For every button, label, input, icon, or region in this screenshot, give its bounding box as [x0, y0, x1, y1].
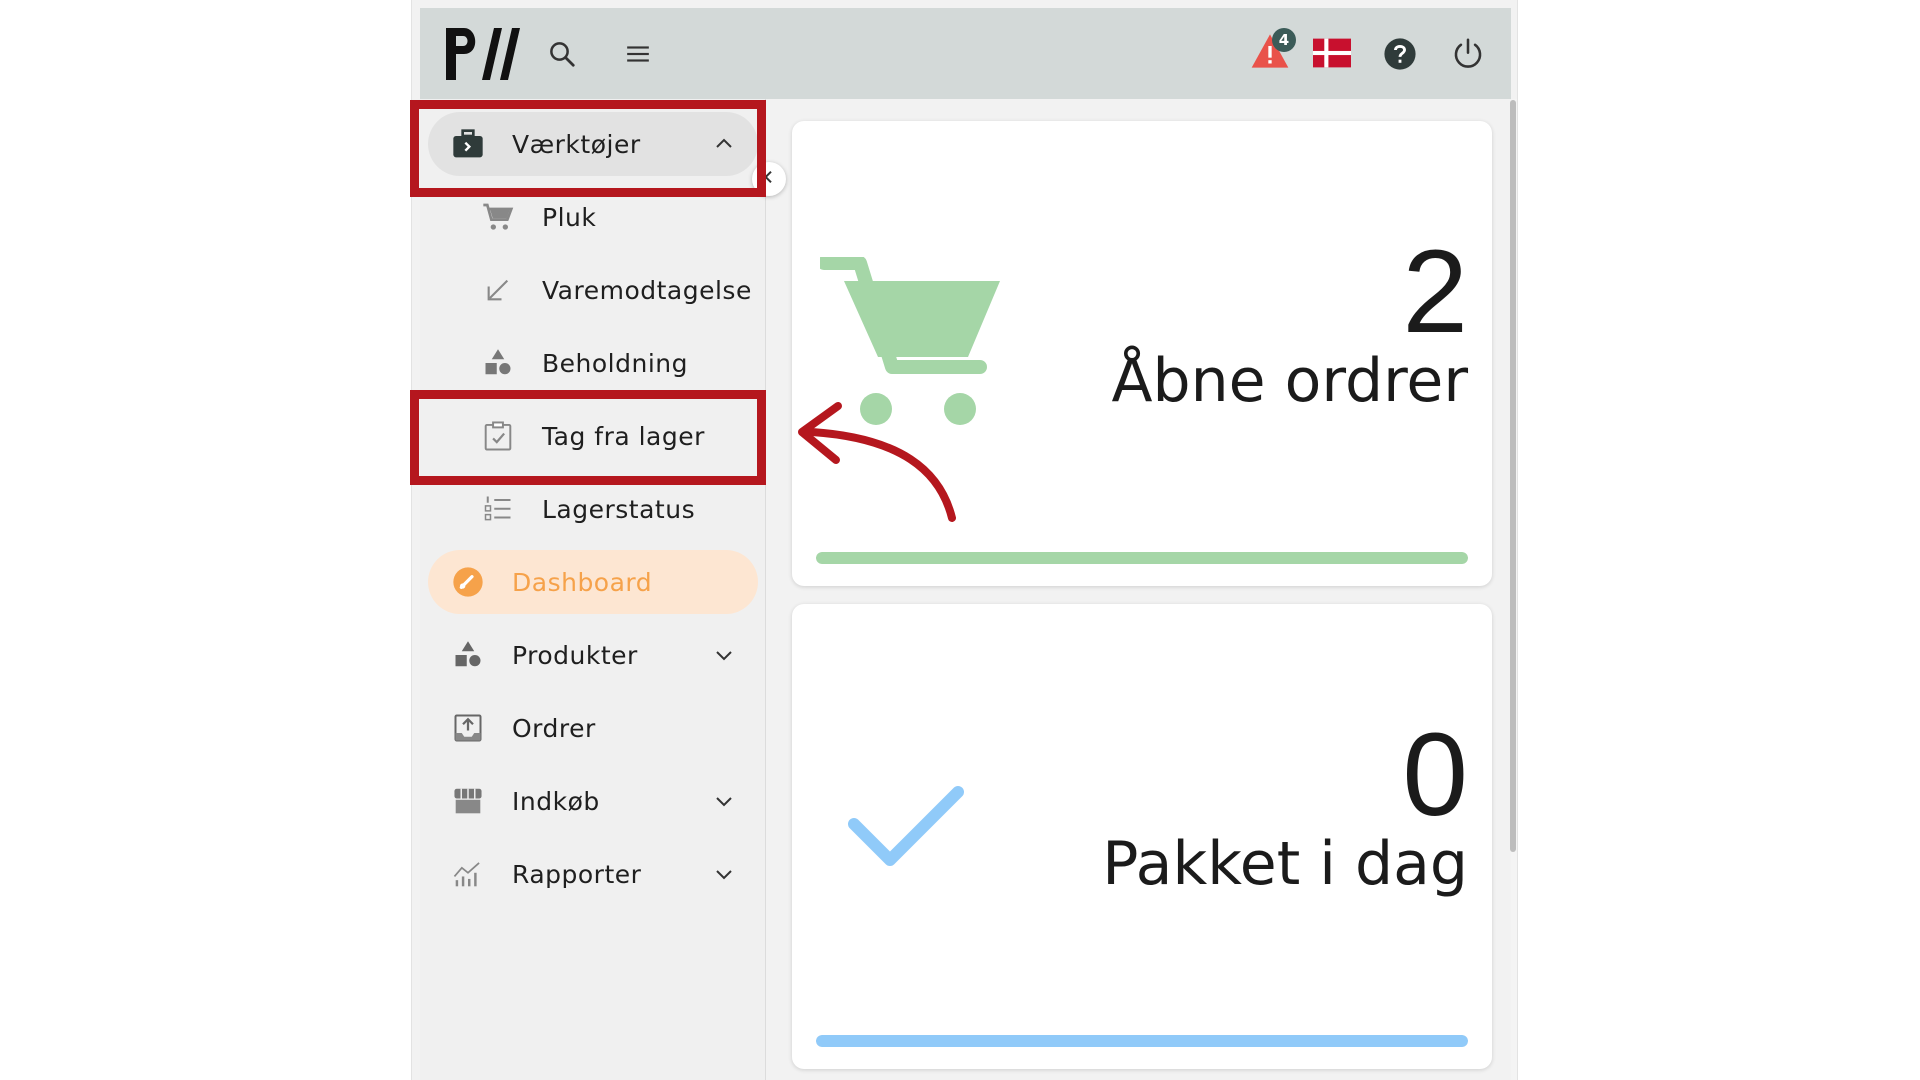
- sidebar-item-label: Dashboard: [512, 567, 653, 597]
- chevron-down-icon: [712, 862, 736, 886]
- store-icon: [448, 781, 488, 821]
- sidebar: Værktøjer Pluk Varemodtagelse Beholdning: [420, 99, 766, 1080]
- danish-flag-icon[interactable]: [1312, 36, 1352, 70]
- collapse-sidebar-button[interactable]: [752, 162, 786, 196]
- sidebar-item-label: Produkter: [512, 640, 638, 670]
- sidebar-item-beholdning[interactable]: Beholdning: [428, 331, 758, 395]
- scrollbar-thumb[interactable]: [1510, 100, 1516, 852]
- sidebar-item-vaerktoejer[interactable]: Værktøjer: [428, 112, 758, 176]
- open-orders-card[interactable]: 2 Åbne ordrer: [792, 121, 1492, 586]
- numbered-list-icon: [478, 489, 518, 529]
- chevron-left-icon: [761, 169, 777, 189]
- sidebar-item-varemodtagelse[interactable]: Varemodtagelse: [428, 258, 758, 322]
- notification-badge: 4: [1272, 28, 1296, 52]
- open-orders-progress-fill: [816, 552, 1468, 564]
- notifications-button[interactable]: 4: [1242, 28, 1298, 78]
- sidebar-item-ordrer[interactable]: Ordrer: [428, 696, 758, 760]
- toolbox-icon: [448, 124, 488, 164]
- upload-box-icon: [448, 708, 488, 748]
- chevron-up-icon: [712, 132, 736, 156]
- sidebar-item-label: Ordrer: [512, 713, 596, 743]
- sidebar-item-label: Værktøjer: [512, 129, 641, 159]
- sidebar-item-pluk[interactable]: Pluk: [428, 185, 758, 249]
- shapes-icon: [478, 343, 518, 383]
- arrow-down-left-icon: [478, 270, 518, 310]
- sidebar-item-produkter[interactable]: Produkter: [428, 623, 758, 687]
- sidebar-item-label: Indkøb: [512, 786, 600, 816]
- pw-logo[interactable]: [444, 24, 528, 84]
- top-bar: 4: [420, 8, 1511, 99]
- sidebar-item-label: Tag fra lager: [542, 421, 705, 451]
- chevron-down-icon: [712, 643, 736, 667]
- gauge-icon: [448, 562, 488, 602]
- sidebar-item-label: Varemodtagelse: [542, 275, 752, 305]
- open-orders-label: Åbne ordrer: [1111, 346, 1468, 416]
- packed-today-card[interactable]: 0 Pakket i dag: [792, 604, 1492, 1069]
- sidebar-item-indkoeb[interactable]: Indkøb: [428, 769, 758, 833]
- chart-icon: [448, 854, 488, 894]
- help-icon[interactable]: [1380, 34, 1420, 74]
- sidebar-item-label: Beholdning: [542, 348, 688, 378]
- chevron-down-icon: [712, 789, 736, 813]
- menu-icon[interactable]: [618, 34, 658, 74]
- sidebar-item-label: Lagerstatus: [542, 494, 696, 524]
- sidebar-item-lagerstatus[interactable]: Lagerstatus: [428, 477, 758, 541]
- shapes-icon: [448, 635, 488, 675]
- sidebar-item-label: Pluk: [542, 202, 597, 232]
- packed-today-label: Pakket i dag: [1102, 829, 1468, 899]
- sidebar-item-dashboard[interactable]: Dashboard: [428, 550, 758, 614]
- open-orders-count: 2: [1402, 226, 1468, 358]
- packed-today-progress: [816, 1035, 1468, 1047]
- search-icon[interactable]: [542, 34, 582, 74]
- packed-today-count: 0: [1402, 709, 1468, 841]
- app-window: 4 Værktøjer Pluk Varemodtagelse Beholdni…: [411, 0, 1518, 1080]
- sidebar-item-rapporter[interactable]: Rapporter: [428, 842, 758, 906]
- open-orders-progress: [816, 552, 1468, 564]
- clipboard-check-icon: [478, 416, 518, 456]
- sidebar-item-tag-fra-lager[interactable]: Tag fra lager: [428, 404, 758, 468]
- packed-today-progress-fill: [816, 1035, 1468, 1047]
- cart-icon: [478, 197, 518, 237]
- check-icon: [820, 740, 1004, 920]
- sidebar-item-label: Rapporter: [512, 859, 642, 889]
- cart-icon: [817, 256, 1004, 437]
- power-icon[interactable]: [1448, 34, 1488, 74]
